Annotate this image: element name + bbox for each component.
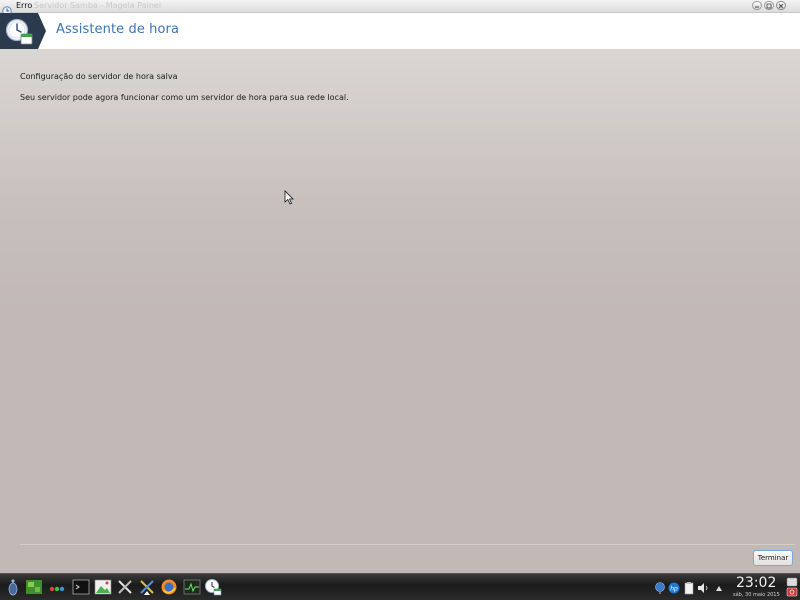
tray-expand-arrow-icon[interactable] [713, 580, 725, 594]
wizard-content: Configuração do servidor de hora salva S… [0, 50, 800, 573]
status-message-saved: Configuração do servidor de hora salva [20, 72, 178, 81]
volume-icon[interactable] [697, 580, 709, 594]
svg-text:hp: hp [670, 586, 678, 593]
lock-screen-icon[interactable] [786, 577, 798, 597]
window-title-ghost: Servidor Samba - Mageia Painel [34, 1, 162, 10]
footer-divider [20, 544, 795, 545]
wizard-header: Assistente de hora [0, 13, 800, 50]
settings-tools-icon[interactable] [116, 578, 134, 596]
taskbar: hp 23:02 sáb, 30 maio 2015 [0, 573, 800, 600]
taskbar-clock[interactable]: 23:02 [736, 575, 776, 591]
status-message-description: Seu servidor pode agora funcionar como u… [20, 93, 349, 102]
app-menu-icon[interactable] [4, 578, 22, 596]
system-monitor-icon[interactable] [183, 578, 201, 596]
desktop-icon[interactable] [25, 578, 43, 596]
activities-icon[interactable] [48, 578, 66, 596]
finish-button[interactable]: Terminar [753, 550, 793, 566]
close-button[interactable] [776, 1, 786, 10]
mouse-cursor-icon [284, 190, 294, 209]
clipboard-icon[interactable] [683, 580, 695, 595]
minimize-button[interactable] [752, 1, 762, 10]
maximize-button[interactable] [764, 1, 774, 10]
window-title: Erro [16, 1, 33, 10]
terminal-icon[interactable] [72, 578, 90, 596]
time-wizard-task-icon[interactable] [204, 578, 222, 596]
control-center-icon[interactable] [138, 578, 156, 596]
time-wizard-app-icon [2, 1, 12, 16]
firefox-icon[interactable] [160, 578, 178, 596]
clock-icon [0, 13, 46, 49]
wizard-title: Assistente de hora [56, 22, 180, 37]
network-globe-icon[interactable] [654, 580, 666, 594]
image-viewer-icon[interactable] [94, 578, 112, 596]
taskbar-date: sáb, 30 maio 2015 [733, 592, 780, 598]
screen: Erro Servidor Samba - Mageia Painel Assi… [0, 0, 800, 600]
window-titlebar[interactable]: Erro Servidor Samba - Mageia Painel [0, 0, 800, 16]
hp-printer-icon[interactable]: hp [668, 580, 680, 594]
